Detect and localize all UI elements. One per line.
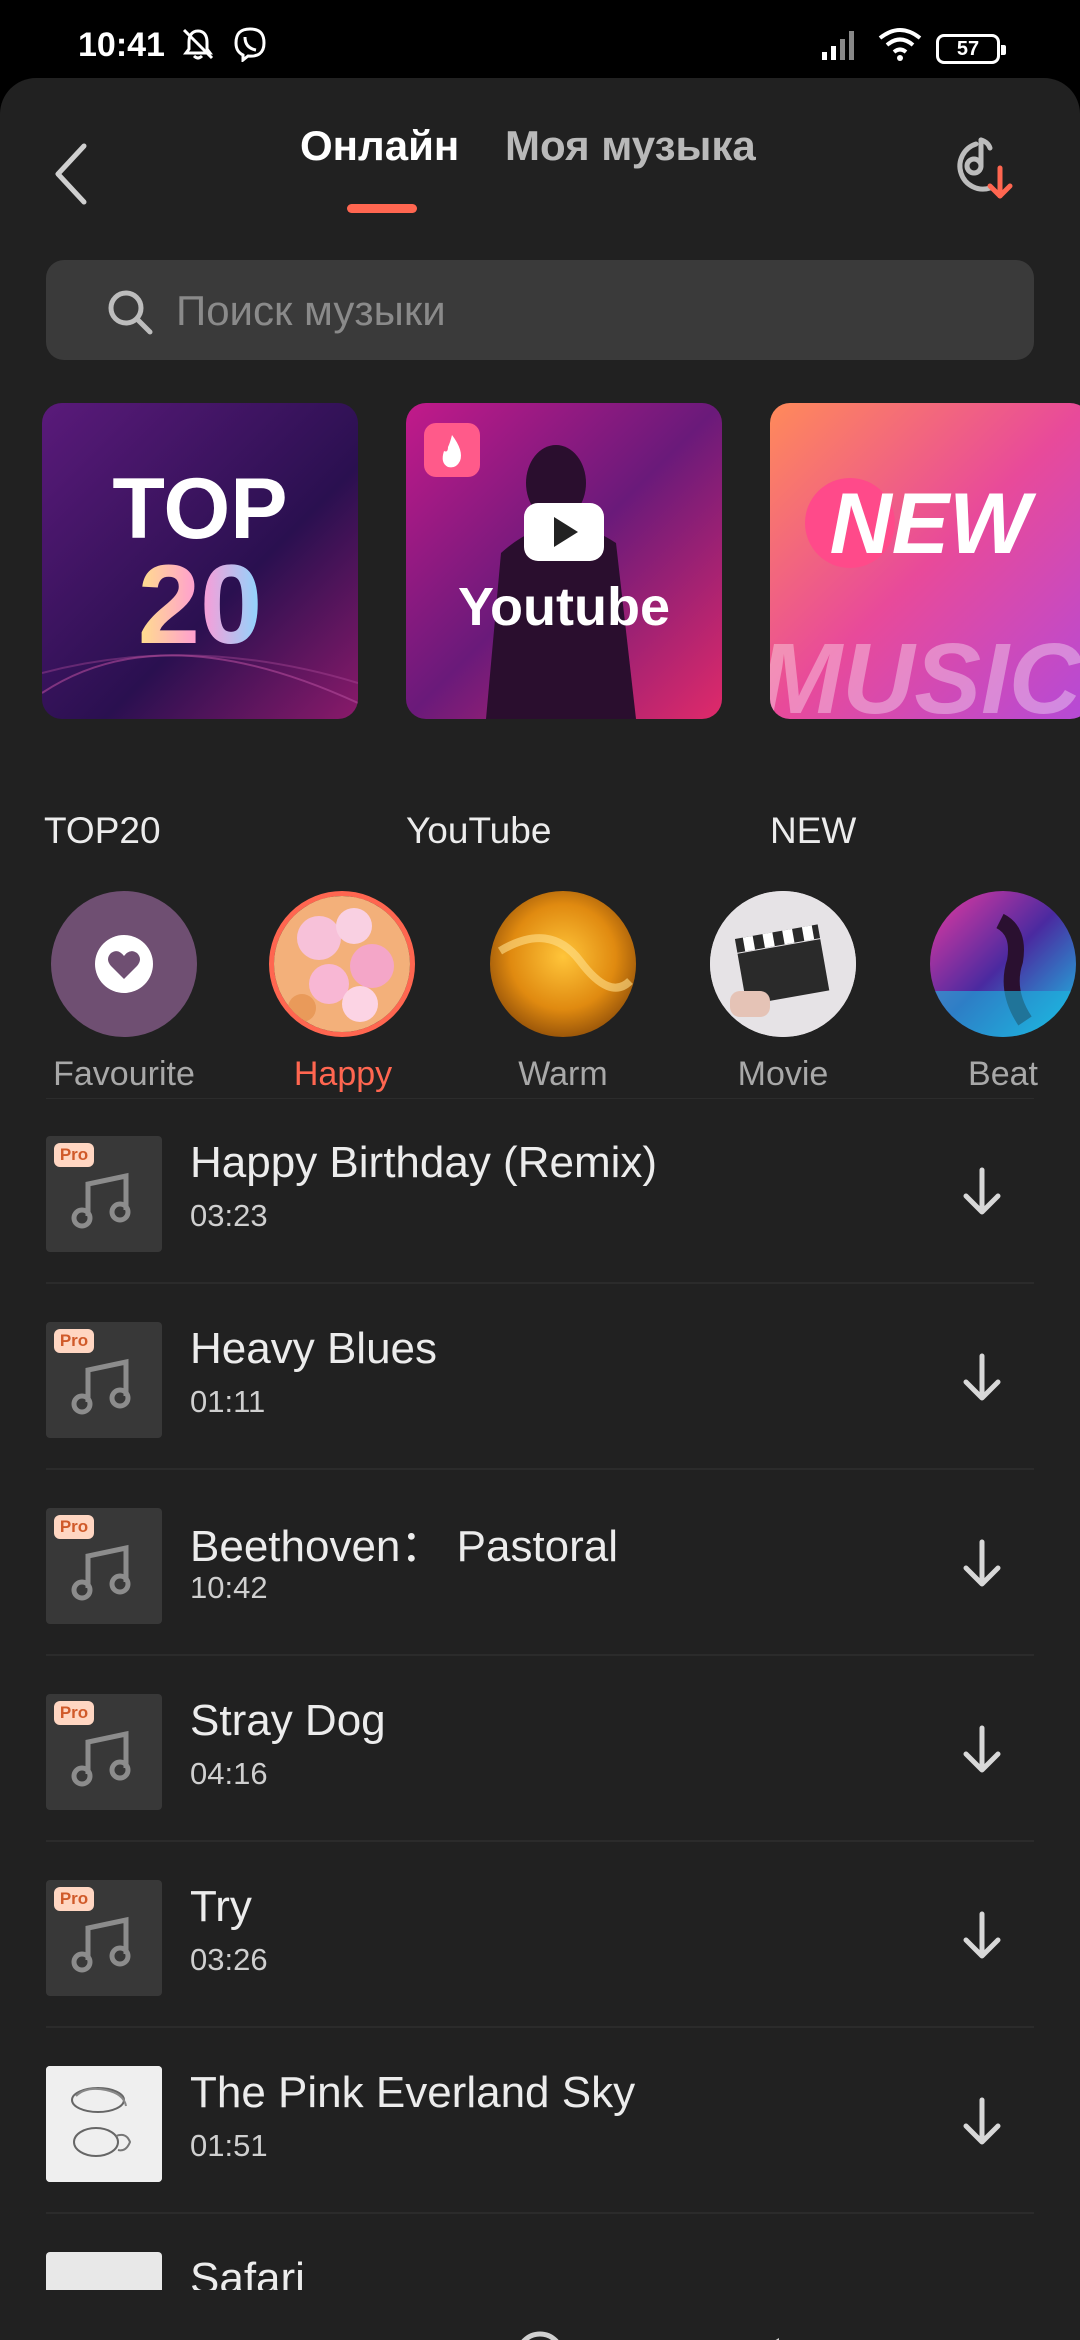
status-time: 10:41 [78, 26, 165, 64]
track-duration: 01:11 [190, 1384, 266, 1419]
mood-warm[interactable] [490, 891, 636, 1037]
system-nav-bar [0, 2290, 1080, 2340]
battery-indicator: 57 [936, 34, 1006, 64]
happy-balloons-image [274, 896, 410, 1032]
music-library-screen: Онлайн Моя музыка Поиск музыки TOP 20 Yo… [0, 78, 1080, 2340]
recent-apps-icon[interactable] [285, 2326, 345, 2340]
track-row[interactable]: Pro Heavy Blues 01:11 [46, 1284, 1034, 1470]
beat-dancer-image [930, 891, 1076, 1037]
mood-beat[interactable] [930, 891, 1076, 1037]
track-title: Happy Birthday (Remix) [190, 1138, 658, 1187]
download-arrow-icon[interactable] [954, 2094, 1010, 2150]
track-duration: 10:42 [190, 1570, 268, 1605]
bell-muted-icon [182, 28, 214, 60]
mood-label-happy: Happy [293, 1055, 393, 1093]
track-row[interactable]: Pro Beethoven： Pastoral 10:42 [46, 1470, 1034, 1656]
search-input[interactable] [174, 260, 998, 362]
mood-label-beat: Beat [968, 1055, 1038, 1093]
movie-clapperboard-image [710, 891, 856, 1037]
mood-movie[interactable] [710, 891, 856, 1037]
track-thumbnail: Pro [46, 1694, 162, 1810]
youtube-cover-art: Youtube [406, 403, 722, 719]
track-thumbnail: Pro [46, 1322, 162, 1438]
track-thumbnail [46, 2066, 162, 2182]
download-arrow-icon[interactable] [954, 1722, 1010, 1778]
track-title: Stray Dog [190, 1696, 386, 1745]
playlist-label-top20: TOP20 [44, 810, 161, 851]
heart-icon [95, 935, 153, 993]
top20-art-line2: 20 [138, 542, 263, 667]
music-note-icon [71, 1544, 131, 1601]
track-thumbnail: Pro [46, 1508, 162, 1624]
download-arrow-icon[interactable] [954, 1164, 1010, 1220]
mood-label-warm: Warm [518, 1055, 608, 1093]
track-duration: 04:16 [190, 1756, 268, 1791]
track-row[interactable]: Pro Try 03:26 [46, 1842, 1034, 2028]
track-title: Try [190, 1882, 252, 1931]
download-arrow-icon[interactable] [954, 1350, 1010, 1406]
pro-badge: Pro [54, 1701, 94, 1725]
warm-silk-image [490, 891, 636, 1037]
top20-cover-art: TOP 20 [42, 403, 358, 719]
track-row[interactable]: Pro Stray Dog 04:16 [46, 1656, 1034, 1842]
playlist-label-new: NEW [770, 810, 857, 851]
music-art-text: MUSIC [770, 623, 1080, 719]
youtube-art-text: Youtube [458, 577, 670, 637]
track-row[interactable]: Pro Happy Birthday (Remix) 03:23 [46, 1098, 1034, 1284]
mood-happy[interactable] [269, 891, 415, 1037]
back-triangle-icon[interactable] [735, 2326, 795, 2340]
wifi-icon [878, 28, 922, 61]
track-row[interactable]: The Pink Everland Sky 01:51 [46, 2028, 1034, 2214]
track-thumbnail: Pro [46, 1136, 162, 1252]
signal-icon [822, 31, 854, 60]
tab-my-music[interactable]: Моя музыка [505, 122, 756, 170]
new-art-text: NEW [830, 476, 1037, 572]
tab-online[interactable]: Онлайн [300, 122, 459, 170]
viber-icon [234, 27, 266, 62]
sketch-artwork-image [46, 2066, 162, 2182]
track-duration: 03:26 [190, 1942, 268, 1977]
music-note-icon [71, 1730, 131, 1787]
search-bar[interactable] [46, 260, 1034, 362]
playlist-label-youtube: YouTube [406, 810, 552, 851]
back-arrow-icon[interactable] [46, 134, 98, 214]
playlist-card-youtube[interactable]: Youtube [406, 403, 722, 719]
pro-badge: Pro [54, 1887, 94, 1911]
music-note-icon [71, 1916, 131, 1973]
mood-favourite[interactable] [51, 891, 197, 1037]
pro-badge: Pro [54, 1329, 94, 1353]
mood-label-favourite: Favourite [53, 1055, 195, 1093]
track-thumbnail: Pro [46, 1880, 162, 1996]
search-icon [108, 290, 153, 335]
track-title: Heavy Blues [190, 1324, 438, 1373]
home-icon[interactable] [510, 2326, 570, 2340]
new-music-cover-art: NEW MUSIC [770, 403, 1080, 719]
pro-badge: Pro [54, 1143, 94, 1167]
music-note-icon [71, 1172, 131, 1229]
status-bar: 10:41 57 [0, 0, 1080, 84]
track-title: Beethoven： Pastoral [190, 1522, 619, 1571]
track-duration: 03:23 [190, 1198, 268, 1233]
track-duration: 01:51 [190, 2128, 268, 2163]
download-arrow-icon[interactable] [954, 1536, 1010, 1592]
playlist-card-new[interactable]: NEW MUSIC [770, 403, 1080, 719]
download-arrow-icon[interactable] [954, 1908, 1010, 1964]
pro-badge: Pro [54, 1515, 94, 1539]
music-download-icon[interactable] [944, 130, 1020, 206]
active-tab-indicator [347, 204, 417, 213]
music-note-icon [71, 1358, 131, 1415]
track-title: The Pink Everland Sky [190, 2068, 636, 2117]
mood-label-movie: Movie [737, 1055, 829, 1093]
playlist-card-top20[interactable]: TOP 20 [42, 403, 358, 719]
